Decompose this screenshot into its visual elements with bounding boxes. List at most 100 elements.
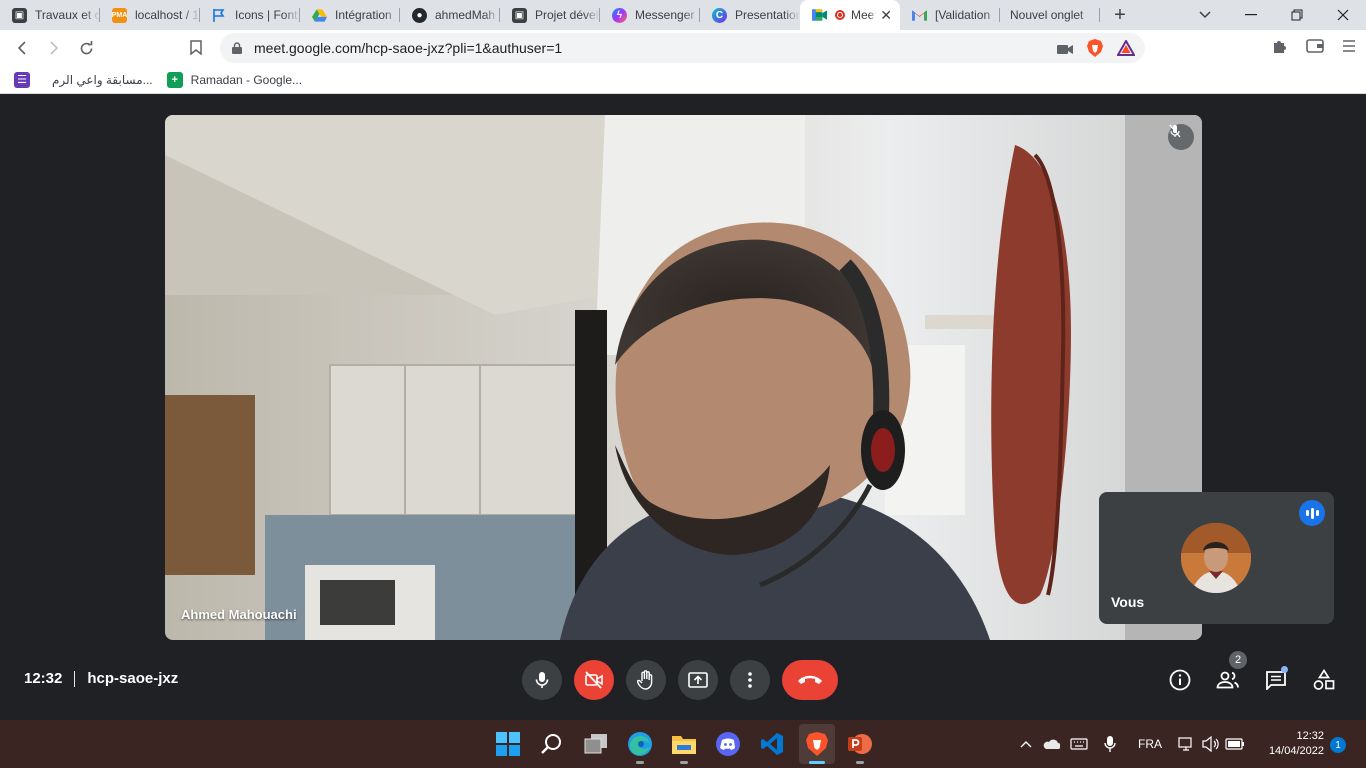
- wallet-icon[interactable]: [1306, 39, 1324, 58]
- tab-projet[interactable]: ▣ Projet dével: [500, 0, 600, 30]
- present-screen-icon: [688, 672, 708, 688]
- classroom-icon: ▣: [12, 7, 27, 23]
- clock-time: 12:32: [1296, 730, 1324, 742]
- github-icon: ●: [412, 7, 427, 23]
- tab-title: ahmedMah: [435, 8, 496, 22]
- url-text: meet.google.com/hcp-saoe-jxz?pli=1&authu…: [254, 40, 563, 56]
- bookmarks-bar: ☰ مسابقة واعي الرم... + Ramadan - Google…: [0, 66, 1366, 94]
- camera-in-use-icon[interactable]: [1057, 42, 1073, 58]
- microphone-in-use-icon[interactable]: [1099, 731, 1121, 757]
- reload-icon[interactable]: [70, 32, 102, 64]
- address-bar[interactable]: meet.google.com/hcp-saoe-jxz?pli=1&authu…: [220, 33, 1145, 63]
- speaker-name-label: Ahmed Mahouachi: [181, 607, 297, 622]
- camera-off-button[interactable]: [574, 660, 614, 700]
- search-icon[interactable]: [539, 731, 565, 757]
- raise-hand-button[interactable]: [626, 660, 666, 700]
- tab-icons-font[interactable]: Icons | Font: [200, 0, 300, 30]
- self-name-label: Vous: [1111, 594, 1145, 610]
- tab-search-chevron-icon[interactable]: [1190, 0, 1220, 30]
- discord-icon[interactable]: [715, 731, 741, 757]
- battery-icon[interactable]: [1224, 731, 1246, 757]
- phpmyadmin-icon: PMA: [112, 7, 127, 23]
- present-screen-button[interactable]: [678, 660, 718, 700]
- task-view-icon[interactable]: [583, 731, 609, 757]
- tab-messenger[interactable]: ϟ Messenger: [600, 0, 700, 30]
- mic-muted-icon: [1168, 124, 1194, 150]
- tab-bar: ▣ Travaux et c PMA localhost / 1 Icons |…: [0, 0, 1366, 30]
- tab-title: Icons | Font: [235, 8, 298, 22]
- tab-title: localhost / 1: [135, 8, 200, 22]
- extension-area: [1272, 38, 1356, 59]
- forward-icon[interactable]: [38, 32, 70, 64]
- tab-github[interactable]: ● ahmedMah: [400, 0, 500, 30]
- hang-up-icon: [798, 675, 822, 684]
- people-icon: [1216, 671, 1239, 689]
- main-video-tile[interactable]: Ahmed Mahouachi: [165, 115, 1202, 640]
- tab-validation[interactable]: [Validation: [900, 0, 1000, 30]
- edge-browser-icon[interactable]: [627, 731, 653, 757]
- tab-new[interactable]: Nouvel onglet: [1000, 0, 1100, 30]
- font-awesome-flag-icon: [212, 8, 227, 23]
- powerpoint-icon[interactable]: [847, 731, 873, 757]
- notification-count-badge[interactable]: 1: [1330, 737, 1346, 753]
- show-hidden-icons-chevron-icon[interactable]: [1015, 731, 1037, 757]
- avatar: [1181, 523, 1251, 593]
- brave-browser-icon[interactable]: [804, 731, 830, 757]
- extensions-puzzle-icon[interactable]: [1272, 38, 1288, 59]
- camera-off-icon: [585, 671, 603, 689]
- bookmark-icon[interactable]: [190, 40, 202, 60]
- tab-title: Messenger: [635, 8, 695, 22]
- speaking-indicator-icon: [1299, 500, 1325, 526]
- tab-title: Projet dével: [535, 8, 599, 22]
- google-meet-icon: [812, 8, 827, 23]
- raise-hand-icon: [637, 670, 653, 690]
- leave-call-button[interactable]: [782, 660, 838, 700]
- tab-presentation[interactable]: C Presentation: [700, 0, 800, 30]
- tab-localhost[interactable]: PMA localhost / 1: [100, 0, 200, 30]
- close-window-icon[interactable]: [1320, 0, 1366, 30]
- bookmark-ramadan[interactable]: + Ramadan - Google...: [166, 71, 302, 88]
- tab-meet-active[interactable]: Meet ✕: [800, 0, 900, 30]
- brave-shields-icon[interactable]: [1087, 39, 1103, 60]
- google-drive-icon: [312, 8, 327, 23]
- close-tab-icon[interactable]: ✕: [880, 7, 892, 24]
- language-indicator[interactable]: FRA: [1138, 720, 1162, 768]
- speaker-video-feed: [165, 115, 1202, 640]
- tab-integration[interactable]: Intégration: [300, 0, 400, 30]
- meeting-controls-bar: 12:32 hcp-saoe-jxz 2: [0, 651, 1366, 706]
- self-view-tile[interactable]: Vous: [1099, 492, 1334, 624]
- new-tab-button[interactable]: +: [1100, 0, 1140, 30]
- file-explorer-icon[interactable]: [671, 731, 697, 757]
- forms-icon: ☰: [14, 71, 30, 88]
- windows-start-icon[interactable]: [495, 731, 521, 757]
- tab-travaux[interactable]: ▣ Travaux et c: [0, 0, 100, 30]
- minimize-icon[interactable]: [1228, 0, 1274, 30]
- network-icon[interactable]: [1176, 731, 1198, 757]
- more-options-button[interactable]: [730, 660, 770, 700]
- bookmark-label: مسابقة واعي الرم...: [52, 72, 153, 87]
- meet-stage: Ahmed Mahouachi Vous 12:32 hcp-saoe-jxz: [0, 99, 1366, 720]
- tab-title: Intégration: [335, 8, 392, 22]
- microphone-icon: [535, 672, 549, 688]
- vscode-icon[interactable]: [759, 731, 785, 757]
- activities-button[interactable]: [1308, 664, 1340, 696]
- onedrive-icon[interactable]: [1040, 731, 1062, 757]
- meeting-info-button[interactable]: [1164, 664, 1196, 696]
- microphone-button[interactable]: [522, 660, 562, 700]
- brave-rewards-icon[interactable]: [1116, 38, 1136, 59]
- bookmark-quiz[interactable]: ☰ مسابقة واعي الرم...: [14, 71, 153, 88]
- back-icon[interactable]: [6, 32, 38, 64]
- menu-icon[interactable]: [1342, 39, 1356, 58]
- sheets-icon: +: [166, 71, 183, 88]
- restore-icon[interactable]: [1274, 0, 1320, 30]
- gmail-icon: [912, 8, 927, 23]
- active-indicator: [809, 761, 825, 764]
- keyboard-icon[interactable]: [1068, 731, 1090, 757]
- unread-dot: [1281, 666, 1288, 673]
- tab-title: Meet: [851, 8, 877, 22]
- system-clock[interactable]: 12:32 14/04/2022: [1252, 729, 1324, 759]
- tab-title: Presentation: [735, 8, 800, 22]
- volume-icon[interactable]: [1200, 731, 1222, 757]
- running-indicator: [636, 761, 644, 764]
- messenger-icon: ϟ: [612, 7, 627, 23]
